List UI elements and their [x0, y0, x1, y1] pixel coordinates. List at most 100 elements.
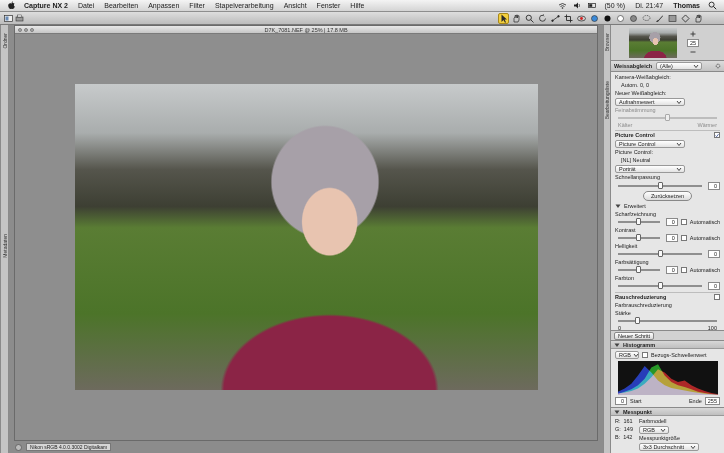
- disclosure-row[interactable]: Erweitert: [615, 202, 720, 210]
- slider-track[interactable]: [618, 269, 660, 271]
- measure-header[interactable]: Messpunkt: [611, 408, 724, 416]
- menu-item[interactable]: Ansicht: [279, 2, 312, 9]
- navigator-thumbnail[interactable]: [629, 28, 677, 58]
- start-field[interactable]: 0: [615, 397, 627, 405]
- menu-item[interactable]: Anpassen: [143, 2, 184, 9]
- user-name[interactable]: Thomas: [668, 2, 705, 9]
- browser-icon[interactable]: [4, 14, 13, 23]
- end-field[interactable]: 255: [705, 397, 720, 405]
- slider-thumb[interactable]: [658, 182, 663, 189]
- tool-button[interactable]: [641, 13, 652, 24]
- point-color-tool-icon: [590, 14, 599, 23]
- slider-thumb[interactable]: [665, 114, 670, 121]
- menu-item[interactable]: Bearbeiten: [99, 2, 143, 9]
- dropdown[interactable]: Aufnahmewert: [615, 98, 685, 106]
- value-field[interactable]: 0: [666, 234, 678, 242]
- side-tab[interactable]: Browser: [604, 33, 610, 51]
- tool-button[interactable]: [667, 13, 678, 24]
- slider-track[interactable]: [618, 253, 702, 255]
- tool-button[interactable]: [654, 13, 665, 24]
- battery-icon[interactable]: [588, 1, 597, 10]
- dropdown[interactable]: Picture Control: [615, 140, 685, 148]
- clock[interactable]: Di. 21:47: [630, 2, 668, 9]
- app-menu[interactable]: Capture NX 2: [19, 2, 73, 9]
- tool-button[interactable]: [550, 13, 561, 24]
- value-field[interactable]: 0: [708, 282, 720, 290]
- gear-icon[interactable]: [715, 63, 721, 69]
- slider-track[interactable]: [618, 221, 660, 223]
- new-step-button[interactable]: Neuer Schritt: [614, 332, 654, 340]
- slider-thumb[interactable]: [636, 266, 641, 273]
- slider-thumb[interactable]: [635, 317, 640, 324]
- range-label: Feinabstimmung: [615, 107, 720, 114]
- zoom-in-icon[interactable]: [690, 31, 696, 37]
- reading: B:142: [615, 434, 633, 441]
- menu-item[interactable]: Fenster: [312, 2, 346, 9]
- minimize-button[interactable]: [24, 28, 28, 32]
- dropdown[interactable]: Porträt: [615, 165, 685, 173]
- checkbox[interactable]: [681, 219, 687, 225]
- search-icon[interactable]: [708, 1, 717, 10]
- slider-track[interactable]: [618, 320, 717, 322]
- disclosure-triangle-icon[interactable]: [614, 409, 620, 415]
- volume-icon[interactable]: [573, 1, 582, 10]
- side-tab[interactable]: Metadaten: [2, 234, 8, 258]
- checkbox[interactable]: [714, 132, 720, 138]
- tool-button[interactable]: [628, 13, 639, 24]
- tool-button[interactable]: [498, 13, 509, 24]
- slider-track[interactable]: [618, 185, 702, 187]
- menu-item[interactable]: Filter: [184, 2, 210, 9]
- color-profile-field[interactable]: Nikon sRGB 4.0.0.3002 Digitalkam: [26, 443, 111, 451]
- tool-button[interactable]: [693, 13, 704, 24]
- slider-track[interactable]: [618, 285, 702, 287]
- slider-thumb[interactable]: [636, 218, 641, 225]
- tool-button[interactable]: [537, 13, 548, 24]
- tool-button[interactable]: [563, 13, 574, 24]
- slider-track[interactable]: [618, 117, 717, 119]
- slider-thumb[interactable]: [658, 250, 663, 257]
- checkbox[interactable]: [714, 294, 720, 300]
- close-button[interactable]: [18, 28, 22, 32]
- menu-item[interactable]: Datei: [73, 2, 99, 9]
- filter-dropdown[interactable]: (Alle): [656, 62, 702, 70]
- histogram-header[interactable]: Histogramm: [611, 341, 724, 349]
- range-control: FeinabstimmungKälterWärmer: [615, 107, 720, 128]
- value-field[interactable]: 0: [666, 218, 678, 226]
- apple-icon[interactable]: [7, 1, 16, 10]
- zoom-button[interactable]: [30, 28, 34, 32]
- menu-item[interactable]: Stapelverarbeitung: [210, 2, 279, 9]
- tool-button[interactable]: [589, 13, 600, 24]
- slider-track[interactable]: [618, 237, 660, 239]
- menu-item[interactable]: Hilfe: [345, 2, 369, 9]
- checkbox[interactable]: [681, 267, 687, 273]
- value-field[interactable]: 0: [666, 266, 678, 274]
- auto-label: Automatisch: [690, 267, 720, 273]
- checkmark-icon: [715, 133, 719, 138]
- image-window: D7K_7081.NEF @ 25% | 17.8 MB: [14, 25, 598, 441]
- zoom-field[interactable]: 25: [687, 39, 699, 47]
- disclosure-triangle-icon[interactable]: [614, 342, 620, 348]
- tool-button[interactable]: [576, 13, 587, 24]
- tool-button[interactable]: [680, 13, 691, 24]
- sample-size-dropdown[interactable]: 3x3 Durchschnitt: [639, 443, 699, 451]
- wifi-icon[interactable]: [558, 1, 567, 10]
- tool-button[interactable]: [602, 13, 613, 24]
- tool-button[interactable]: [615, 13, 626, 24]
- checkbox[interactable]: [681, 235, 687, 241]
- disclosure-triangle-icon[interactable]: [615, 203, 621, 209]
- photo[interactable]: [75, 84, 538, 390]
- slider-thumb[interactable]: [636, 234, 641, 241]
- reset-button[interactable]: Zurücksetzen: [643, 191, 692, 201]
- channel-dropdown[interactable]: RGB: [615, 351, 639, 359]
- print-icon[interactable]: [15, 14, 24, 23]
- side-tab[interactable]: Bearbeitungsliste: [604, 81, 610, 119]
- tool-button[interactable]: [524, 13, 535, 24]
- tool-button[interactable]: [511, 13, 522, 24]
- value-field[interactable]: 0: [708, 182, 720, 190]
- checkbox[interactable]: [642, 352, 648, 358]
- color-model-dropdown[interactable]: RGB: [639, 426, 669, 434]
- side-tab[interactable]: Ordner: [2, 33, 8, 49]
- slider-thumb[interactable]: [658, 282, 663, 289]
- zoom-out-icon[interactable]: [690, 49, 696, 55]
- value-field[interactable]: 0: [708, 250, 720, 258]
